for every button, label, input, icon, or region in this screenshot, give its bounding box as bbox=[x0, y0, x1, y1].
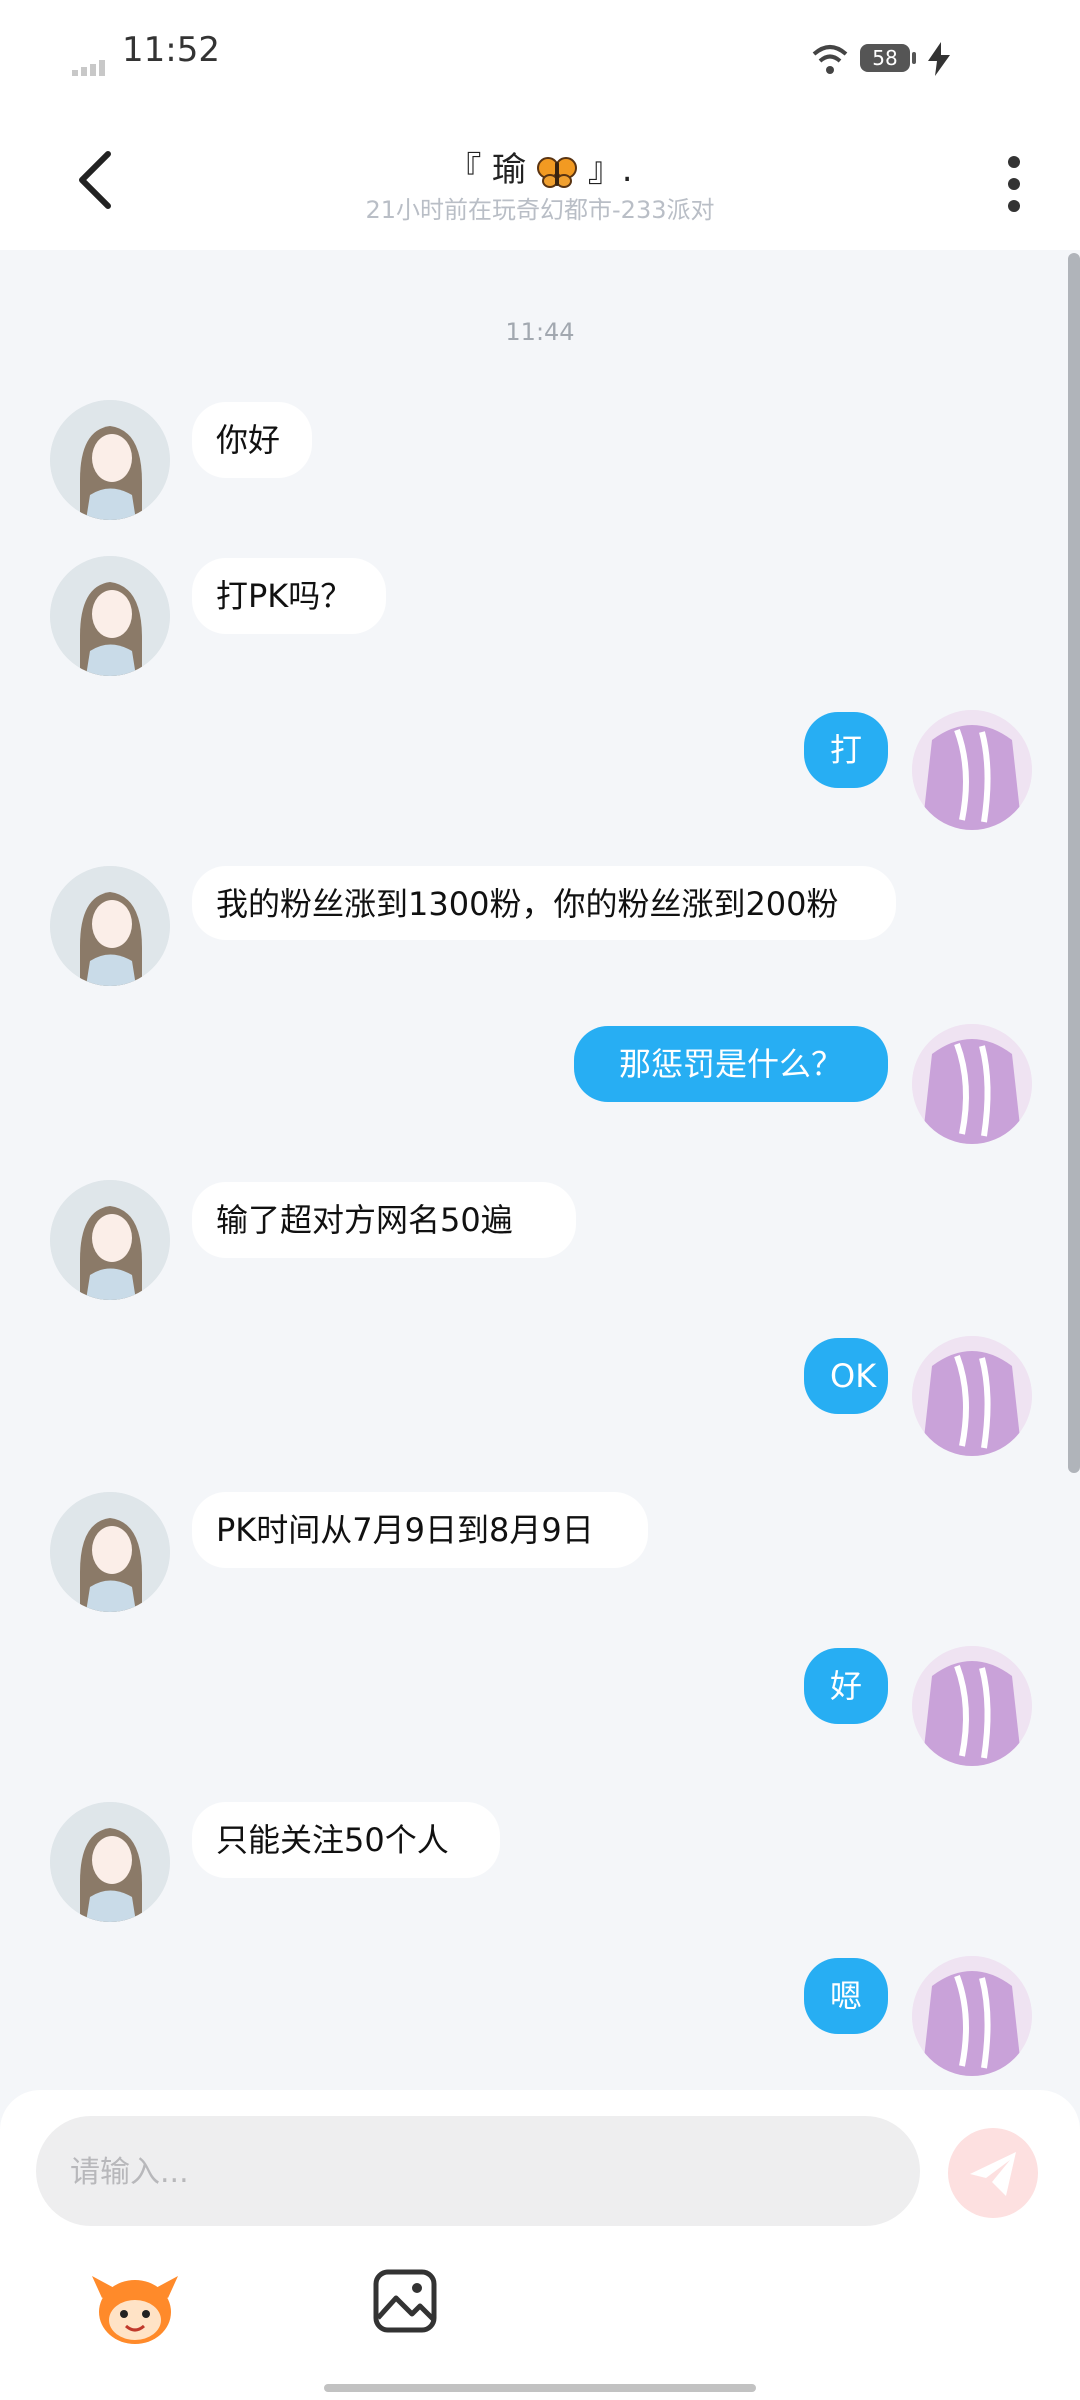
message-bubble-in[interactable]: 只能关注50个人 bbox=[192, 1802, 500, 1878]
chat-subtitle: 21小时前在玩奇幻都市-233派对 bbox=[365, 196, 715, 224]
message-bubble-out[interactable]: OK bbox=[804, 1338, 888, 1414]
chat-scrollbar[interactable] bbox=[1068, 253, 1080, 1473]
message-bubble-out[interactable]: 那惩罚是什么？ bbox=[574, 1026, 888, 1102]
contact-avatar[interactable] bbox=[50, 400, 170, 520]
chat-title: 『 瑜 』. bbox=[240, 142, 840, 191]
butterfly-emoji-icon bbox=[537, 156, 577, 188]
status-bar: 11:52 58 bbox=[0, 0, 1080, 120]
message-input[interactable] bbox=[68, 2116, 872, 2228]
message-bubble-in[interactable]: 我的粉丝涨到1300粉，你的粉丝涨到200粉 bbox=[192, 866, 896, 940]
wifi-icon bbox=[812, 45, 848, 74]
status-time: 11:52 bbox=[122, 30, 220, 70]
message-bubble-out[interactable]: 打 bbox=[804, 712, 888, 788]
chat-timestamp: 11:44 bbox=[505, 318, 575, 346]
battery-tip bbox=[912, 52, 916, 64]
user-avatar[interactable] bbox=[912, 710, 1032, 830]
contact-avatar[interactable] bbox=[50, 866, 170, 986]
contact-avatar[interactable] bbox=[50, 1180, 170, 1300]
back-arrow-icon[interactable] bbox=[70, 148, 120, 212]
paper-plane-icon bbox=[970, 2152, 1016, 2196]
chat-header: 『 瑜 』. 21小时前在玩奇幻都市-233派对 bbox=[0, 120, 1080, 250]
message-bubble-out[interactable]: 好 bbox=[804, 1648, 888, 1724]
message-bubble-out[interactable]: 嗯 bbox=[804, 1958, 888, 2034]
image-icon bbox=[373, 2269, 437, 2333]
message-bubble-in[interactable]: PK时间从7月9日到8月9日 bbox=[192, 1492, 648, 1568]
more-vertical-icon[interactable] bbox=[1000, 154, 1028, 214]
user-avatar[interactable] bbox=[912, 1024, 1032, 1144]
home-indicator[interactable] bbox=[324, 2384, 756, 2392]
charging-bolt-icon bbox=[928, 42, 950, 76]
message-input-box[interactable] bbox=[36, 2116, 920, 2228]
title-suffix: 』. bbox=[587, 150, 633, 190]
message-bubble-in[interactable]: 输了超对方网名50遍 bbox=[192, 1182, 576, 1258]
emoji-button[interactable] bbox=[92, 2268, 178, 2348]
contact-avatar[interactable] bbox=[50, 1492, 170, 1612]
signal-icon bbox=[72, 60, 105, 76]
contact-avatar[interactable] bbox=[50, 1802, 170, 1922]
message-bubble-in[interactable]: 打PK吗？ bbox=[192, 558, 386, 634]
message-bubble-in[interactable]: 你好 bbox=[192, 402, 312, 478]
battery-icon: 58 bbox=[860, 44, 910, 72]
user-avatar[interactable] bbox=[912, 1336, 1032, 1456]
contact-avatar[interactable] bbox=[50, 556, 170, 676]
title-prefix: 『 瑜 bbox=[447, 150, 527, 190]
user-avatar[interactable] bbox=[912, 1956, 1032, 2076]
chat-area[interactable] bbox=[0, 250, 1080, 2090]
user-avatar[interactable] bbox=[912, 1646, 1032, 1766]
mascot-emoji-icon bbox=[92, 2276, 178, 2344]
image-button[interactable] bbox=[372, 2268, 438, 2334]
send-button[interactable] bbox=[948, 2128, 1038, 2218]
input-bar bbox=[0, 2090, 1080, 2400]
